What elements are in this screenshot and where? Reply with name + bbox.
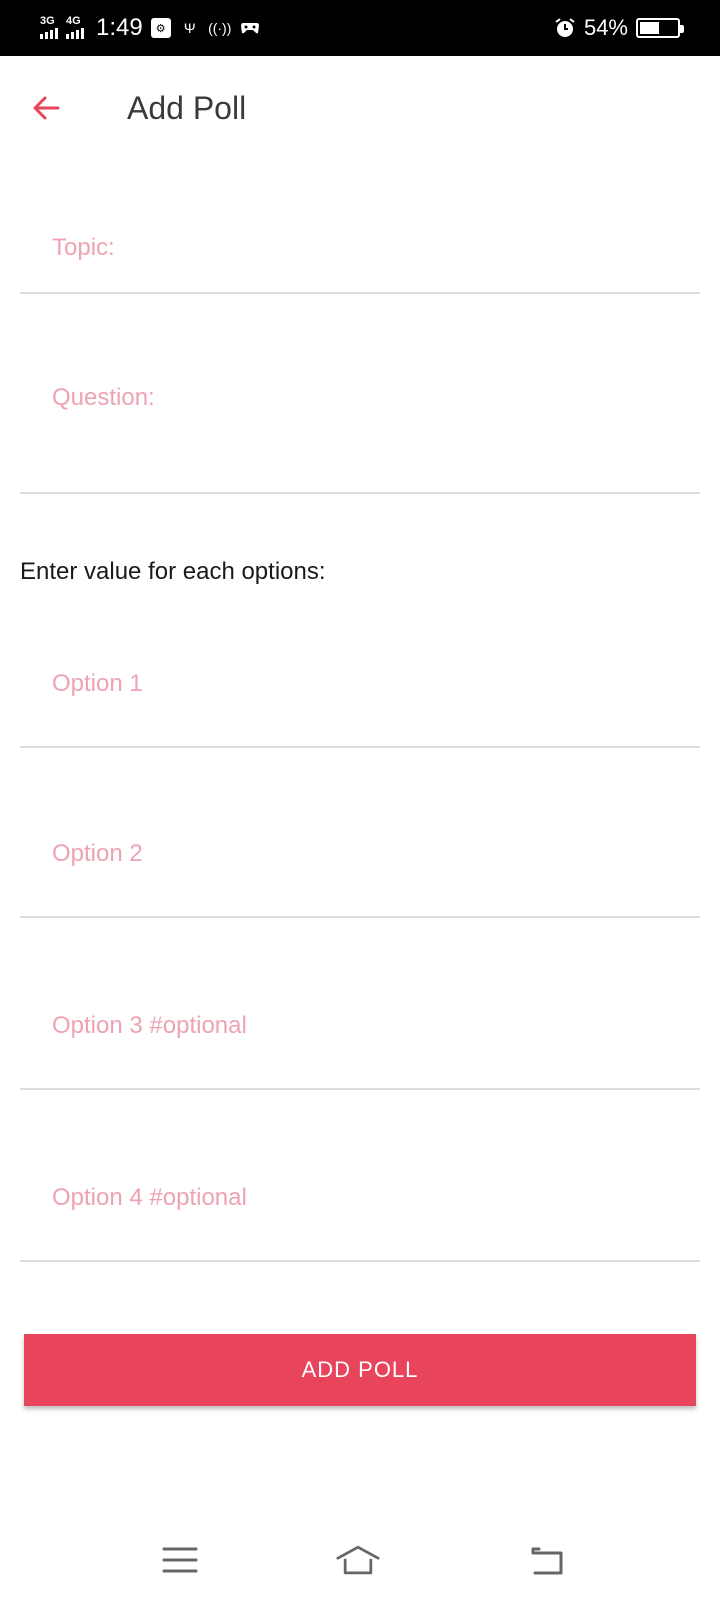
signal-3g-icon: 3G xyxy=(40,15,58,39)
usb-debug-icon: ⚙ xyxy=(150,18,171,38)
page-title: Add Poll xyxy=(127,90,247,126)
battery-charging-icon xyxy=(636,18,684,38)
network-type-1: 3G xyxy=(40,15,55,27)
option1-field[interactable] xyxy=(20,646,700,748)
option2-input[interactable] xyxy=(52,834,672,874)
network-type-2: 4G xyxy=(66,15,81,27)
option3-field[interactable] xyxy=(20,988,700,1090)
options-label: Enter value for each options: xyxy=(20,558,326,585)
home-icon xyxy=(336,1545,380,1575)
arrow-left-icon xyxy=(33,96,60,120)
option4-input[interactable] xyxy=(52,1178,672,1218)
signal-4g-icon: 4G xyxy=(66,15,84,39)
option2-field[interactable] xyxy=(20,816,700,918)
topic-input[interactable] xyxy=(52,228,672,268)
game-icon xyxy=(239,17,261,39)
app-bar: Add Poll xyxy=(0,56,720,168)
add-poll-button[interactable]: ADD POLL xyxy=(24,1334,696,1406)
hotspot-icon: ((·)) xyxy=(208,20,232,36)
navigation-bar xyxy=(0,1520,720,1600)
back-button[interactable] xyxy=(24,86,68,130)
back-icon xyxy=(531,1547,563,1575)
option1-input[interactable] xyxy=(52,664,672,704)
status-bar: 3G 4G 1:49 ⚙ Ψ ((·)) 54% xyxy=(0,0,720,56)
question-input[interactable] xyxy=(52,378,672,418)
alarm-icon xyxy=(554,17,576,39)
battery-percent: 54% xyxy=(583,15,628,40)
topic-field[interactable] xyxy=(20,212,700,294)
clock: 1:49 xyxy=(96,14,143,41)
status-bar-left: 3G 4G 1:49 ⚙ Ψ ((·)) xyxy=(40,12,261,44)
home-button[interactable] xyxy=(336,1538,380,1582)
status-bar-right: 54% xyxy=(554,12,684,44)
back-nav-button[interactable] xyxy=(525,1538,569,1582)
battery-level xyxy=(640,22,659,34)
option4-field[interactable] xyxy=(20,1160,700,1262)
menu-icon xyxy=(162,1547,198,1573)
usb-icon: Ψ xyxy=(183,20,196,36)
option3-input[interactable] xyxy=(52,1006,672,1046)
menu-button[interactable] xyxy=(158,1538,202,1582)
question-field[interactable] xyxy=(20,360,700,494)
